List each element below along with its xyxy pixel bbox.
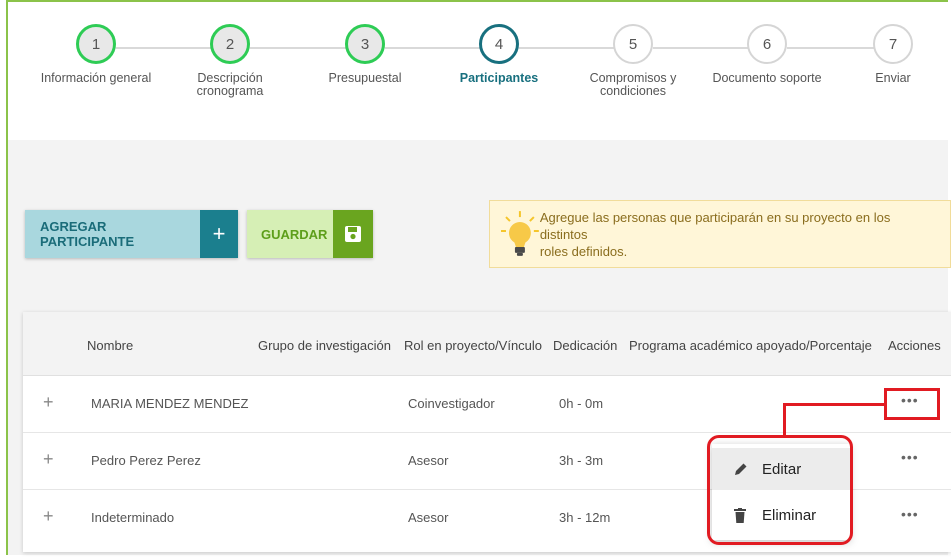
cell-rol: Asesor [408, 510, 449, 525]
step-label: Información general [40, 71, 152, 85]
column-header: Acciones [888, 338, 941, 353]
cell-nombre: Indeterminado [91, 510, 175, 525]
add-participant-label: AGREGAR PARTICIPANTE [25, 210, 200, 258]
step-label-line: cronograma [196, 84, 264, 98]
step-number: 6 [747, 24, 787, 64]
cell-dedicacion: 3h - 3m [559, 453, 604, 468]
step-label: Enviar [875, 71, 911, 85]
column-header[interactable]: Rol en proyecto/Vínculo [404, 338, 542, 353]
step-participantes[interactable]: 4 Participantes [429, 24, 569, 85]
step-label: Documento soporte [712, 71, 822, 85]
cell-dedicacion: 3h - 12m [559, 510, 611, 525]
floppy-disk-icon [333, 210, 373, 258]
step-number: 7 [873, 24, 913, 64]
step-label: Participantes [459, 71, 539, 85]
column-header[interactable]: Dedicación [553, 338, 617, 353]
info-hint: Agregue las personas que participarán en… [489, 200, 951, 268]
expand-row-icon[interactable]: + [43, 506, 54, 527]
step-number: 3 [345, 24, 385, 64]
step-compromisos-condiciones[interactable]: 5 Compromisos y condiciones [563, 24, 703, 98]
hint-line: roles definidos. [539, 243, 628, 259]
table-header: Nombre Grupo de investigación Rol en pro… [23, 312, 951, 376]
row-actions-icon[interactable]: ••• [901, 506, 919, 522]
column-header[interactable]: Grupo de investigación [258, 338, 391, 353]
lightbulb-icon [500, 211, 539, 256]
plus-icon: + [200, 210, 238, 258]
step-number: 5 [613, 24, 653, 64]
expand-row-icon[interactable]: + [43, 392, 54, 413]
annotation-connector [784, 403, 885, 406]
step-label: Compromisos y condiciones [563, 72, 703, 98]
cell-dedicacion: 0h - 0m [559, 396, 604, 411]
cell-rol: Asesor [408, 453, 449, 468]
annotation-highlight [707, 435, 853, 545]
cell-rol: Coinvestigador [408, 396, 495, 411]
annotation-highlight [884, 388, 940, 420]
cell-nombre: MARIA MENDEZ MENDEZ [91, 396, 249, 411]
step-label: Descripción cronograma [160, 72, 300, 98]
column-header[interactable]: Programa académico apoyado/Porcentaje [629, 338, 872, 353]
hint-text: Agregue las personas que participarán en… [540, 209, 950, 260]
save-label: GUARDAR [247, 210, 333, 258]
step-label-line: condiciones [599, 84, 666, 98]
row-actions-icon[interactable]: ••• [901, 449, 919, 465]
cell-nombre: Pedro Perez Perez [91, 453, 201, 468]
column-header[interactable]: Nombre [87, 338, 133, 353]
expand-row-icon[interactable]: + [43, 449, 54, 470]
stepper: 1 Información general 2 Descripción cron… [8, 2, 951, 140]
add-participant-button[interactable]: AGREGAR PARTICIPANTE + [25, 210, 238, 258]
step-label: Presupuestal [328, 71, 402, 85]
step-number: 1 [76, 24, 116, 64]
step-number: 4 [479, 24, 519, 64]
step-number: 2 [210, 24, 250, 64]
hint-line: Agregue las personas que participarán en… [539, 209, 891, 242]
step-informacion-general[interactable]: 1 Información general [26, 24, 166, 85]
annotation-connector [783, 403, 786, 436]
step-enviar[interactable]: 7 Enviar [823, 24, 951, 85]
step-documento-soporte[interactable]: 6 Documento soporte [697, 24, 837, 85]
step-descripcion-cronograma[interactable]: 2 Descripción cronograma [160, 24, 300, 98]
save-button[interactable]: GUARDAR [247, 210, 373, 258]
step-presupuestal[interactable]: 3 Presupuestal [295, 24, 435, 85]
